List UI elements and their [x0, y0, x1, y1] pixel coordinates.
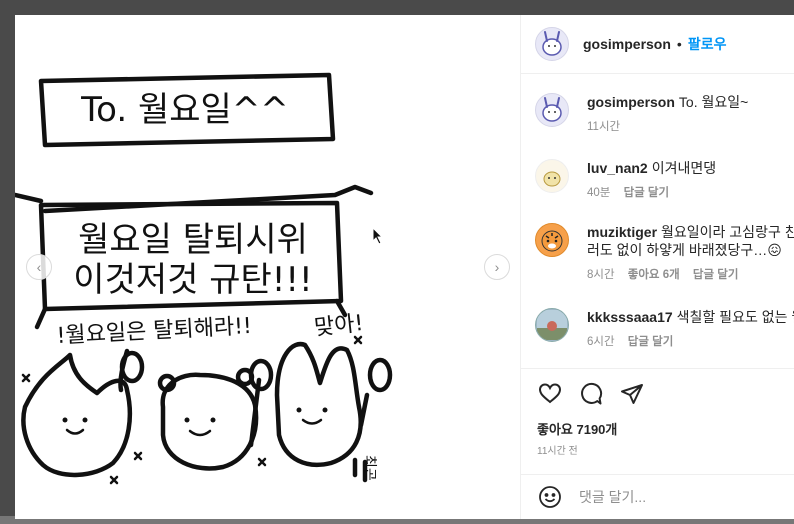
bunny-avatar-icon[interactable] — [535, 93, 569, 127]
comment-input[interactable] — [579, 489, 779, 505]
comment-text: 이겨내면댕 — [651, 160, 717, 176]
comment-text: 월요일이라 고심랑구 친구들 — [661, 224, 794, 240]
separator-dot: • — [676, 36, 682, 52]
chant-left-text: !월요일은 탈퇴해라!! — [56, 314, 252, 349]
comment-username[interactable]: gosimperson — [587, 94, 675, 110]
post-media[interactable]: To. 월요일^^ 월요일 탈퇴시위 이것저것 규탄!!! !월요일은 탈퇴해라… — [15, 15, 521, 519]
chevron-left-icon[interactable]: ‹ — [26, 254, 52, 280]
right-character — [274, 341, 363, 468]
comment-time: 8시간 — [587, 269, 615, 281]
list-item: luv_nan2 이겨내면댕 40분 답글 달기 — [521, 159, 794, 200]
comment-text-continued: 러도 없이 하얗게 바래졌당구…😖 — [587, 242, 782, 258]
emoji-icon[interactable] — [537, 484, 563, 510]
banner-line2-text: 이것저것 규탄!!! — [73, 260, 312, 300]
reply-button[interactable]: 답글 달기 — [624, 187, 670, 199]
list-item: muziktiger월요일이라 고심랑구 친구들 러도 없이 하얗게 바래졌당구… — [521, 223, 794, 282]
send-icon[interactable] — [619, 381, 645, 407]
reply-button[interactable]: 답글 달기 — [628, 336, 674, 348]
bunny-avatar-icon — [542, 31, 562, 56]
chevron-right-icon[interactable]: › — [484, 254, 510, 280]
comment-time: 40분 — [587, 187, 611, 199]
comment-likes[interactable]: 좋아요 6개 — [628, 269, 680, 281]
left-character — [21, 352, 133, 478]
heart-icon[interactable] — [537, 381, 563, 407]
author-username[interactable]: gosimperson — [583, 36, 671, 52]
like-count[interactable]: 좋아요 7190개 — [537, 419, 789, 438]
comment-text: To. 월요일~ — [678, 94, 749, 110]
post-actions: 좋아요 7190개 11시간 전 — [521, 368, 794, 469]
post-side-panel: gosimperson • 팔로우 gosimperson To. 월요일~ 1… — [521, 15, 794, 519]
post-timestamp: 11시간 전 — [537, 446, 578, 457]
tiger-avatar-icon[interactable] — [535, 223, 569, 257]
photo-avatar-icon[interactable] — [535, 308, 569, 342]
banner-line1-text: 월요일 탈퇴시위 — [78, 220, 308, 260]
sign-top-text: To. 월요일^^ — [80, 90, 289, 130]
chant-right-text: 맞아! — [313, 311, 365, 341]
list-item: kkksssaaa17색칠할 필요도 없는 월요일 6시간 답글 달기 — [521, 308, 794, 349]
comment-time: 6시간 — [587, 336, 615, 348]
comment-time: 11시간 — [587, 121, 621, 133]
banner-rope — [42, 184, 374, 214]
mouse-cursor-icon — [372, 227, 384, 245]
author-avatar[interactable] — [535, 27, 569, 61]
post-modal: To. 월요일^^ 월요일 탈퇴시위 이것저것 규탄!!! !월요일은 탈퇴해라… — [15, 15, 794, 519]
comment-text: 색칠할 필요도 없는 월요일 — [676, 309, 794, 325]
post-header: gosimperson • 팔로우 — [521, 15, 794, 74]
middle-character — [160, 372, 259, 471]
comment-icon[interactable] — [578, 381, 604, 407]
comment-username[interactable]: luv_nan2 — [587, 160, 648, 176]
comments-list[interactable]: gosimpersonTo. 월요일~ 11시간 luv_nan2이겨내면댕 — [521, 74, 794, 367]
comment-username[interactable]: kkksssaaa17 — [587, 309, 673, 325]
list-item: gosimperson To. 월요일~ 11시간 — [521, 93, 794, 134]
dog-avatar-icon[interactable] — [535, 159, 569, 193]
follow-button[interactable]: 팔로우 — [688, 34, 727, 54]
reply-button[interactable]: 답글 달기 — [693, 269, 739, 281]
add-comment-bar — [521, 474, 794, 519]
signature-text: 최곤 — [361, 455, 377, 481]
comment-username[interactable]: muziktiger — [587, 224, 657, 240]
hand-drawn-illustration: To. 월요일^^ 월요일 탈퇴시위 이것저것 규탄!!! !월요일은 탈퇴해라… — [15, 72, 393, 485]
